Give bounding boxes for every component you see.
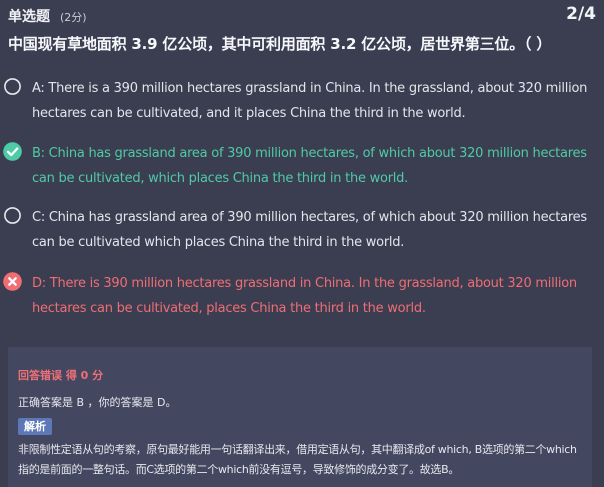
radio-circle-icon[interactable]	[3, 206, 22, 225]
option-c-text: C: China has grassland area of 390 milli…	[32, 210, 587, 250]
option-c[interactable]: C: China has grassland area of 390 milli…	[0, 202, 604, 258]
question-score: (2分)	[60, 11, 87, 24]
question-stem: 中国现有草地面积 3.9 亿公顷，其中可利用面积 3.2 亿公顷，居世界第三位。…	[8, 35, 552, 53]
radio-circle-icon[interactable]	[3, 77, 22, 96]
option-d-text: D: There is 390 million hectares grassla…	[32, 276, 577, 316]
x-circle-icon[interactable]	[3, 272, 22, 291]
analysis-explanation: 非限制性定语从句的考察，原句最好能用一句话翻译出来，借用定语从句，其中翻译成of…	[18, 443, 577, 476]
option-b[interactable]: B: China has grassland area of 390 milli…	[0, 138, 604, 194]
question-type: 单选题	[8, 9, 50, 25]
option-a[interactable]: A: There is a 390 million hectares grass…	[0, 73, 604, 129]
correct-answer-text: 正确答案是 B ，你的答案是 D。	[18, 396, 177, 409]
option-d[interactable]: D: There is 390 million hectares grassla…	[0, 268, 604, 324]
result-status: 回答错误 得 0 分	[18, 369, 104, 382]
option-b-text: B: China has grassland area of 390 milli…	[32, 146, 587, 186]
analysis-tag: 解析	[18, 418, 52, 435]
analysis-panel: 回答错误 得 0 分 正确答案是 B ，你的答案是 D。 解析 非限制性定语从句…	[8, 347, 592, 487]
option-a-text: A: There is a 390 million hectares grass…	[32, 81, 588, 121]
question-progress: 2/4	[566, 4, 596, 24]
check-circle-icon[interactable]	[3, 142, 22, 161]
question-header: 单选题 (2分)	[8, 6, 87, 26]
